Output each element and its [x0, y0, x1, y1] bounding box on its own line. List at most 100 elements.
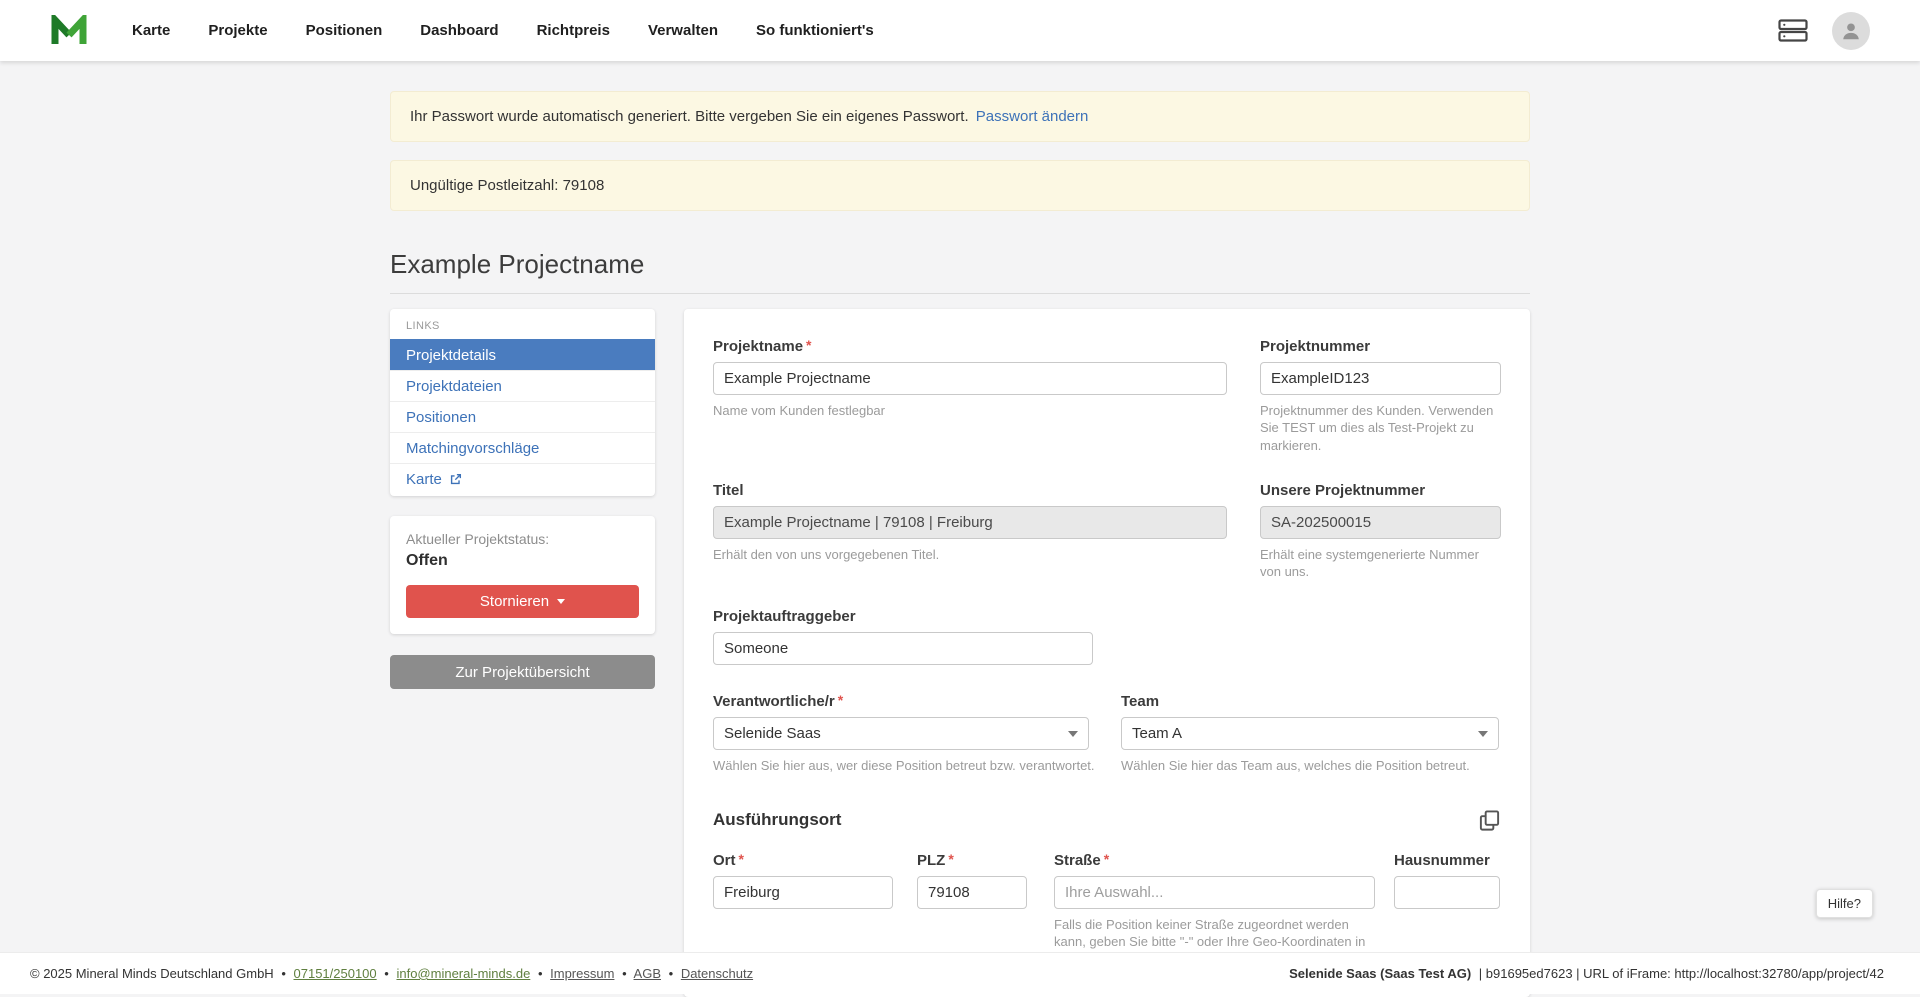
footer-separator: • [538, 966, 543, 981]
hausnummer-label: Hausnummer [1394, 852, 1500, 869]
project-status-label: Aktueller Projektstatus: [406, 531, 639, 547]
ort-label: Ort* [713, 852, 893, 869]
required-marker: * [948, 851, 953, 867]
team-label: Team [1121, 693, 1499, 710]
nav-item-positionen[interactable]: Positionen [287, 12, 402, 49]
titel-label: Titel [713, 482, 1227, 499]
strasse-input[interactable] [1054, 876, 1375, 909]
avatar[interactable] [1832, 12, 1870, 50]
sidebar-item-positionen[interactable]: Positionen [390, 401, 655, 432]
links-card: LINKS Projektdetails Projektdateien Posi… [390, 309, 655, 496]
field-hausnummer: Hausnummer [1394, 852, 1500, 968]
titel-help: Erhält den von uns vorgegebenen Titel. [713, 546, 1227, 563]
email-link[interactable]: info@mineral-minds.de [396, 966, 530, 981]
plz-alert-text: Ungültige Postleitzahl: 79108 [410, 177, 604, 194]
verantwortlicher-help: Wählen Sie hier aus, wer diese Position … [713, 757, 1089, 774]
required-marker: * [1104, 851, 1109, 867]
navbar-actions [1778, 12, 1870, 50]
nav-item-projekte[interactable]: Projekte [189, 12, 286, 49]
footer-separator: • [281, 966, 286, 981]
plz-input[interactable] [917, 876, 1027, 909]
verantwortlicher-label: Verantwortliche/r* [713, 693, 1089, 710]
session-meta: | b91695ed7623 | URL of iFrame: http://l… [1479, 966, 1884, 981]
unsere-projektnummer-label: Unsere Projektnummer [1260, 482, 1501, 499]
copyright-text: © 2025 Mineral Minds Deutschland GmbH [30, 966, 274, 981]
ort-input[interactable] [713, 876, 893, 909]
field-projektauftraggeber: Projektauftraggeber [713, 608, 1093, 665]
cancel-project-button[interactable]: Stornieren [406, 585, 639, 618]
help-button[interactable]: Hilfe? [1816, 889, 1873, 918]
nav-item-dashboard[interactable]: Dashboard [401, 12, 517, 49]
chevron-down-icon [1068, 731, 1078, 737]
projektnummer-label: Projektnummer [1260, 338, 1501, 355]
sidebar: LINKS Projektdetails Projektdateien Posi… [390, 309, 655, 689]
page-content: Ihr Passwort wurde automatisch generiert… [0, 61, 1920, 997]
verantwortlicher-select[interactable]: Selenide Saas [713, 717, 1089, 750]
field-projektnummer: Projektnummer Projektnummer des Kunden. … [1260, 338, 1501, 454]
title-divider [390, 293, 1530, 294]
plz-alert: Ungültige Postleitzahl: 79108 [390, 160, 1530, 211]
titel-input [713, 506, 1227, 539]
projektname-help: Name vom Kunden festlegbar [713, 402, 1227, 419]
field-titel: Titel Erhält den von uns vorgegebenen Ti… [713, 482, 1227, 581]
brand-logo[interactable] [49, 15, 89, 47]
nav-item-richtpreis[interactable]: Richtpreis [518, 12, 629, 49]
team-select[interactable]: Team A [1121, 717, 1499, 750]
back-to-projects-button[interactable]: Zur Projektübersicht [390, 655, 655, 689]
footer-separator: • [622, 966, 627, 981]
password-change-link[interactable]: Passwort ändern [976, 108, 1089, 125]
field-strasse: Straße* Falls die Position keiner Straße… [1054, 852, 1375, 968]
session-user: Selenide Saas (Saas Test AG) [1289, 966, 1471, 981]
projektauftraggeber-input[interactable] [713, 632, 1093, 665]
user-icon [1840, 20, 1862, 42]
impressum-link[interactable]: Impressum [550, 966, 614, 981]
field-ort: Ort* [713, 852, 893, 968]
sidebar-item-karte-label: Karte [406, 471, 442, 488]
cancel-project-label: Stornieren [480, 593, 549, 610]
field-plz: PLZ* [917, 852, 1027, 968]
unsere-projektnummer-input [1260, 506, 1501, 539]
required-marker: * [806, 337, 811, 353]
agb-link[interactable]: AGB [634, 966, 661, 981]
external-link-icon [449, 473, 462, 486]
sidebar-item-projektdetails[interactable]: Projektdetails [390, 339, 655, 370]
footer-separator: • [384, 966, 389, 981]
password-alert: Ihr Passwort wurde automatisch generiert… [390, 91, 1530, 142]
team-selected-value: Team A [1132, 725, 1182, 742]
footer: © 2025 Mineral Minds Deutschland GmbH • … [0, 952, 1920, 994]
navbar: Karte Projekte Positionen Dashboard Rich… [0, 0, 1920, 61]
chevron-down-icon [1478, 731, 1488, 737]
page-title: Example Projectname [390, 249, 1530, 280]
datenschutz-link[interactable]: Datenschutz [681, 966, 753, 981]
field-projektname: Projektname* Name vom Kunden festlegbar [713, 338, 1227, 454]
strasse-label: Straße* [1054, 852, 1375, 869]
password-alert-text: Ihr Passwort wurde automatisch generiert… [410, 108, 969, 125]
sidebar-item-projektdateien[interactable]: Projektdateien [390, 370, 655, 401]
team-help: Wählen Sie hier das Team aus, welches di… [1121, 757, 1499, 774]
field-unsere-projektnummer: Unsere Projektnummer Erhält eine systemg… [1260, 482, 1501, 581]
projektnummer-help: Projektnummer des Kunden. Verwenden Sie … [1260, 402, 1501, 454]
footer-right: Selenide Saas (Saas Test AG) | b91695ed7… [1289, 966, 1884, 981]
server-icon[interactable] [1778, 18, 1808, 43]
footer-left: © 2025 Mineral Minds Deutschland GmbH • … [30, 966, 753, 981]
field-team: Team Team A Wählen Sie hier das Team aus… [1121, 693, 1499, 774]
project-form-card: Projektname* Name vom Kunden festlegbar … [684, 309, 1530, 997]
required-marker: * [838, 692, 843, 708]
projektname-input[interactable] [713, 362, 1227, 395]
copy-icon[interactable] [1478, 809, 1501, 832]
plz-label: PLZ* [917, 852, 1027, 869]
required-marker: * [739, 851, 744, 867]
sidebar-item-matchingvorschlaege[interactable]: Matchingvorschläge [390, 432, 655, 463]
nav-item-so-funktionierts[interactable]: So funktioniert's [737, 12, 893, 49]
project-status-value: Offen [406, 552, 639, 570]
projektnummer-input[interactable] [1260, 362, 1501, 395]
nav-item-verwalten[interactable]: Verwalten [629, 12, 737, 49]
phone-link[interactable]: 07151/250100 [294, 966, 377, 981]
hausnummer-input[interactable] [1394, 876, 1500, 909]
main-nav: Karte Projekte Positionen Dashboard Rich… [113, 12, 893, 49]
nav-item-karte[interactable]: Karte [113, 12, 189, 49]
sidebar-item-karte[interactable]: Karte [390, 463, 655, 494]
footer-separator: • [669, 966, 674, 981]
verantwortlicher-selected-value: Selenide Saas [724, 725, 821, 742]
projektauftraggeber-label: Projektauftraggeber [713, 608, 1093, 625]
